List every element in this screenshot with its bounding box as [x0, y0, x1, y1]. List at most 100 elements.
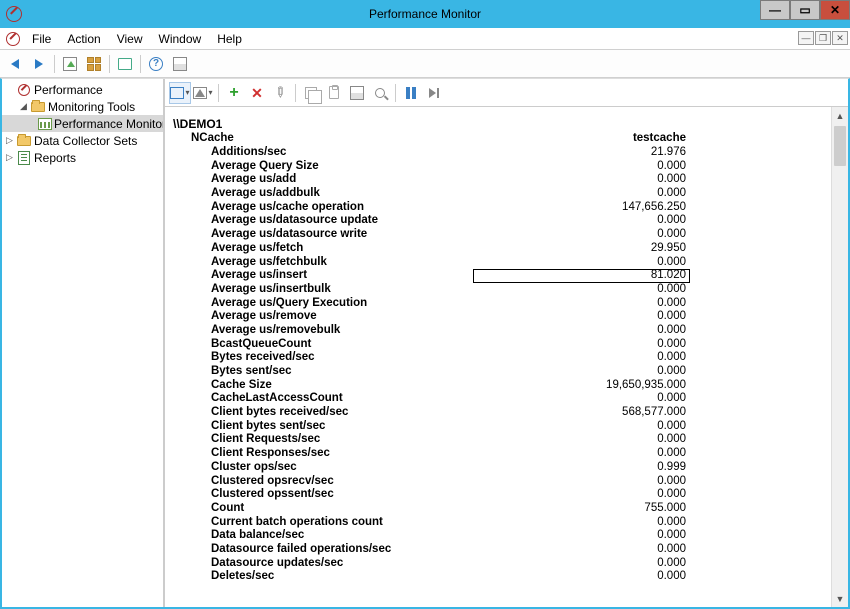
- counter-row[interactable]: Count755.000: [173, 502, 831, 516]
- counter-row[interactable]: Cache Size19,650,935.000: [173, 379, 831, 393]
- counter-row[interactable]: BcastQueueCount0.000: [173, 338, 831, 352]
- counter-name: Average us/insertbulk: [173, 283, 473, 297]
- counter-row[interactable]: Average Query Size0.000: [173, 160, 831, 174]
- change-graph-button[interactable]: ▾: [192, 82, 214, 104]
- delete-counter-button[interactable]: ✕: [246, 82, 268, 104]
- counter-name: Average us/datasource update: [173, 214, 473, 228]
- counter-row[interactable]: Average us/add0.000: [173, 173, 831, 187]
- counter-name: Bytes sent/sec: [173, 365, 473, 379]
- counter-row[interactable]: Data balance/sec0.000: [173, 529, 831, 543]
- show-hide-tree-button[interactable]: [59, 53, 81, 75]
- counter-row[interactable]: Average us/insert81.020: [173, 269, 831, 283]
- counter-row[interactable]: Average us/datasource update0.000: [173, 214, 831, 228]
- counter-value: 0.000: [473, 187, 690, 201]
- tree-label: Performance: [34, 83, 103, 97]
- report-view[interactable]: \\DEMO1 NCache testcache Additions/sec21…: [165, 107, 831, 607]
- zoom-button[interactable]: [369, 82, 391, 104]
- plus-icon: +: [229, 85, 238, 101]
- properties-button[interactable]: [169, 53, 191, 75]
- copy-button[interactable]: [300, 82, 322, 104]
- counter-value: 0.000: [473, 516, 690, 530]
- highlight-button[interactable]: ✎: [269, 82, 291, 104]
- counter-row[interactable]: Average us/insertbulk0.000: [173, 283, 831, 297]
- tree-node-data-collector-sets[interactable]: ▷ Data Collector Sets: [2, 132, 163, 149]
- counter-row[interactable]: Average us/fetchbulk0.000: [173, 256, 831, 270]
- counter-row[interactable]: Client bytes received/sec568,577.000: [173, 406, 831, 420]
- counter-row[interactable]: Average us/cache operation147,656.250: [173, 201, 831, 215]
- help-icon: ?: [149, 57, 163, 71]
- menu-file[interactable]: File: [24, 30, 59, 48]
- counter-row[interactable]: Cluster ops/sec0.999: [173, 461, 831, 475]
- app-icon: [6, 6, 22, 22]
- navigation-tree[interactable]: Performance ◢ Monitoring Tools Performan…: [2, 79, 164, 607]
- counter-row[interactable]: Average us/remove0.000: [173, 310, 831, 324]
- mdi-minimize-button[interactable]: —: [798, 31, 814, 45]
- counter-row[interactable]: Deletes/sec0.000: [173, 570, 831, 584]
- menu-window[interactable]: Window: [151, 30, 210, 48]
- mdi-close-button[interactable]: ✕: [832, 31, 848, 45]
- mdi-restore-button[interactable]: ❐: [815, 31, 831, 45]
- scroll-up-button[interactable]: ▲: [832, 107, 848, 124]
- clipboard-icon: [329, 86, 339, 99]
- add-counter-button[interactable]: +: [223, 82, 245, 104]
- arrow-left-icon: [11, 59, 19, 69]
- counter-row[interactable]: CacheLastAccessCount0.000: [173, 392, 831, 406]
- expand-icon[interactable]: ▷: [6, 135, 16, 146]
- counter-row[interactable]: Average us/removebulk0.000: [173, 324, 831, 338]
- properties-button[interactable]: [346, 82, 368, 104]
- counter-row[interactable]: Datasource failed operations/sec0.000: [173, 543, 831, 557]
- counter-row[interactable]: Datasource updates/sec0.000: [173, 557, 831, 571]
- update-button[interactable]: [423, 82, 445, 104]
- counter-value: 0.000: [473, 557, 690, 571]
- counter-row[interactable]: Average us/datasource write0.000: [173, 228, 831, 242]
- scroll-down-button[interactable]: ▼: [832, 590, 848, 607]
- perfmon-toolbar: ▾ ▾ + ✕ ✎: [165, 79, 848, 107]
- freeze-button[interactable]: [400, 82, 422, 104]
- counter-row[interactable]: Bytes received/sec0.000: [173, 351, 831, 365]
- expand-icon[interactable]: ▷: [6, 152, 16, 163]
- counter-name: Average us/Query Execution: [173, 297, 473, 311]
- menu-help[interactable]: Help: [209, 30, 250, 48]
- counter-row[interactable]: Current batch operations count0.000: [173, 516, 831, 530]
- counter-row[interactable]: Additions/sec21.976: [173, 146, 831, 160]
- menu-view[interactable]: View: [109, 30, 151, 48]
- back-button[interactable]: [4, 53, 26, 75]
- close-button[interactable]: ✕: [820, 0, 850, 20]
- app-icon-small: [6, 32, 20, 46]
- collapse-icon[interactable]: ◢: [20, 101, 30, 112]
- counter-name: Average us/cache operation: [173, 201, 473, 215]
- zoom-icon: [375, 88, 385, 98]
- paste-button[interactable]: [323, 82, 345, 104]
- menu-action[interactable]: Action: [59, 30, 108, 48]
- counter-value: 0.000: [473, 160, 690, 174]
- tree-node-monitoring-tools[interactable]: ◢ Monitoring Tools: [2, 98, 163, 115]
- counter-row[interactable]: Average us/Query Execution0.000: [173, 297, 831, 311]
- counter-value: 0.000: [473, 351, 690, 365]
- view-current-button[interactable]: ▾: [169, 82, 191, 104]
- counter-name: Data balance/sec: [173, 529, 473, 543]
- counter-name: Average us/fetchbulk: [173, 256, 473, 270]
- content-pane: ▾ ▾ + ✕ ✎ \\DEMO1 NCache testcache Addit…: [164, 79, 848, 607]
- counter-row[interactable]: Clustered opsrecv/sec0.000: [173, 475, 831, 489]
- tree-node-performance-monitor[interactable]: Performance Monitor: [2, 115, 163, 132]
- tree-node-performance[interactable]: Performance: [2, 81, 163, 98]
- forward-button[interactable]: [28, 53, 50, 75]
- counter-row[interactable]: Bytes sent/sec0.000: [173, 365, 831, 379]
- tree-node-reports[interactable]: ▷ Reports: [2, 149, 163, 166]
- counter-row[interactable]: Average us/fetch29.950: [173, 242, 831, 256]
- export-button[interactable]: [114, 53, 136, 75]
- counter-row[interactable]: Clustered opssent/sec0.000: [173, 488, 831, 502]
- scroll-thumb[interactable]: [834, 126, 846, 166]
- counter-value: 0.000: [473, 338, 690, 352]
- scroll-track[interactable]: [832, 124, 848, 590]
- minimize-button[interactable]: —: [760, 0, 790, 20]
- maximize-button[interactable]: ▭: [790, 0, 820, 20]
- counter-row[interactable]: Client Requests/sec0.000: [173, 433, 831, 447]
- counter-row[interactable]: Client bytes sent/sec0.000: [173, 420, 831, 434]
- help-button[interactable]: ?: [145, 53, 167, 75]
- vertical-scrollbar[interactable]: ▲ ▼: [831, 107, 848, 607]
- counter-row[interactable]: Average us/addbulk0.000: [173, 187, 831, 201]
- counter-value: 0.000: [473, 570, 690, 584]
- grid-view-button[interactable]: [83, 53, 105, 75]
- counter-row[interactable]: Client Responses/sec0.000: [173, 447, 831, 461]
